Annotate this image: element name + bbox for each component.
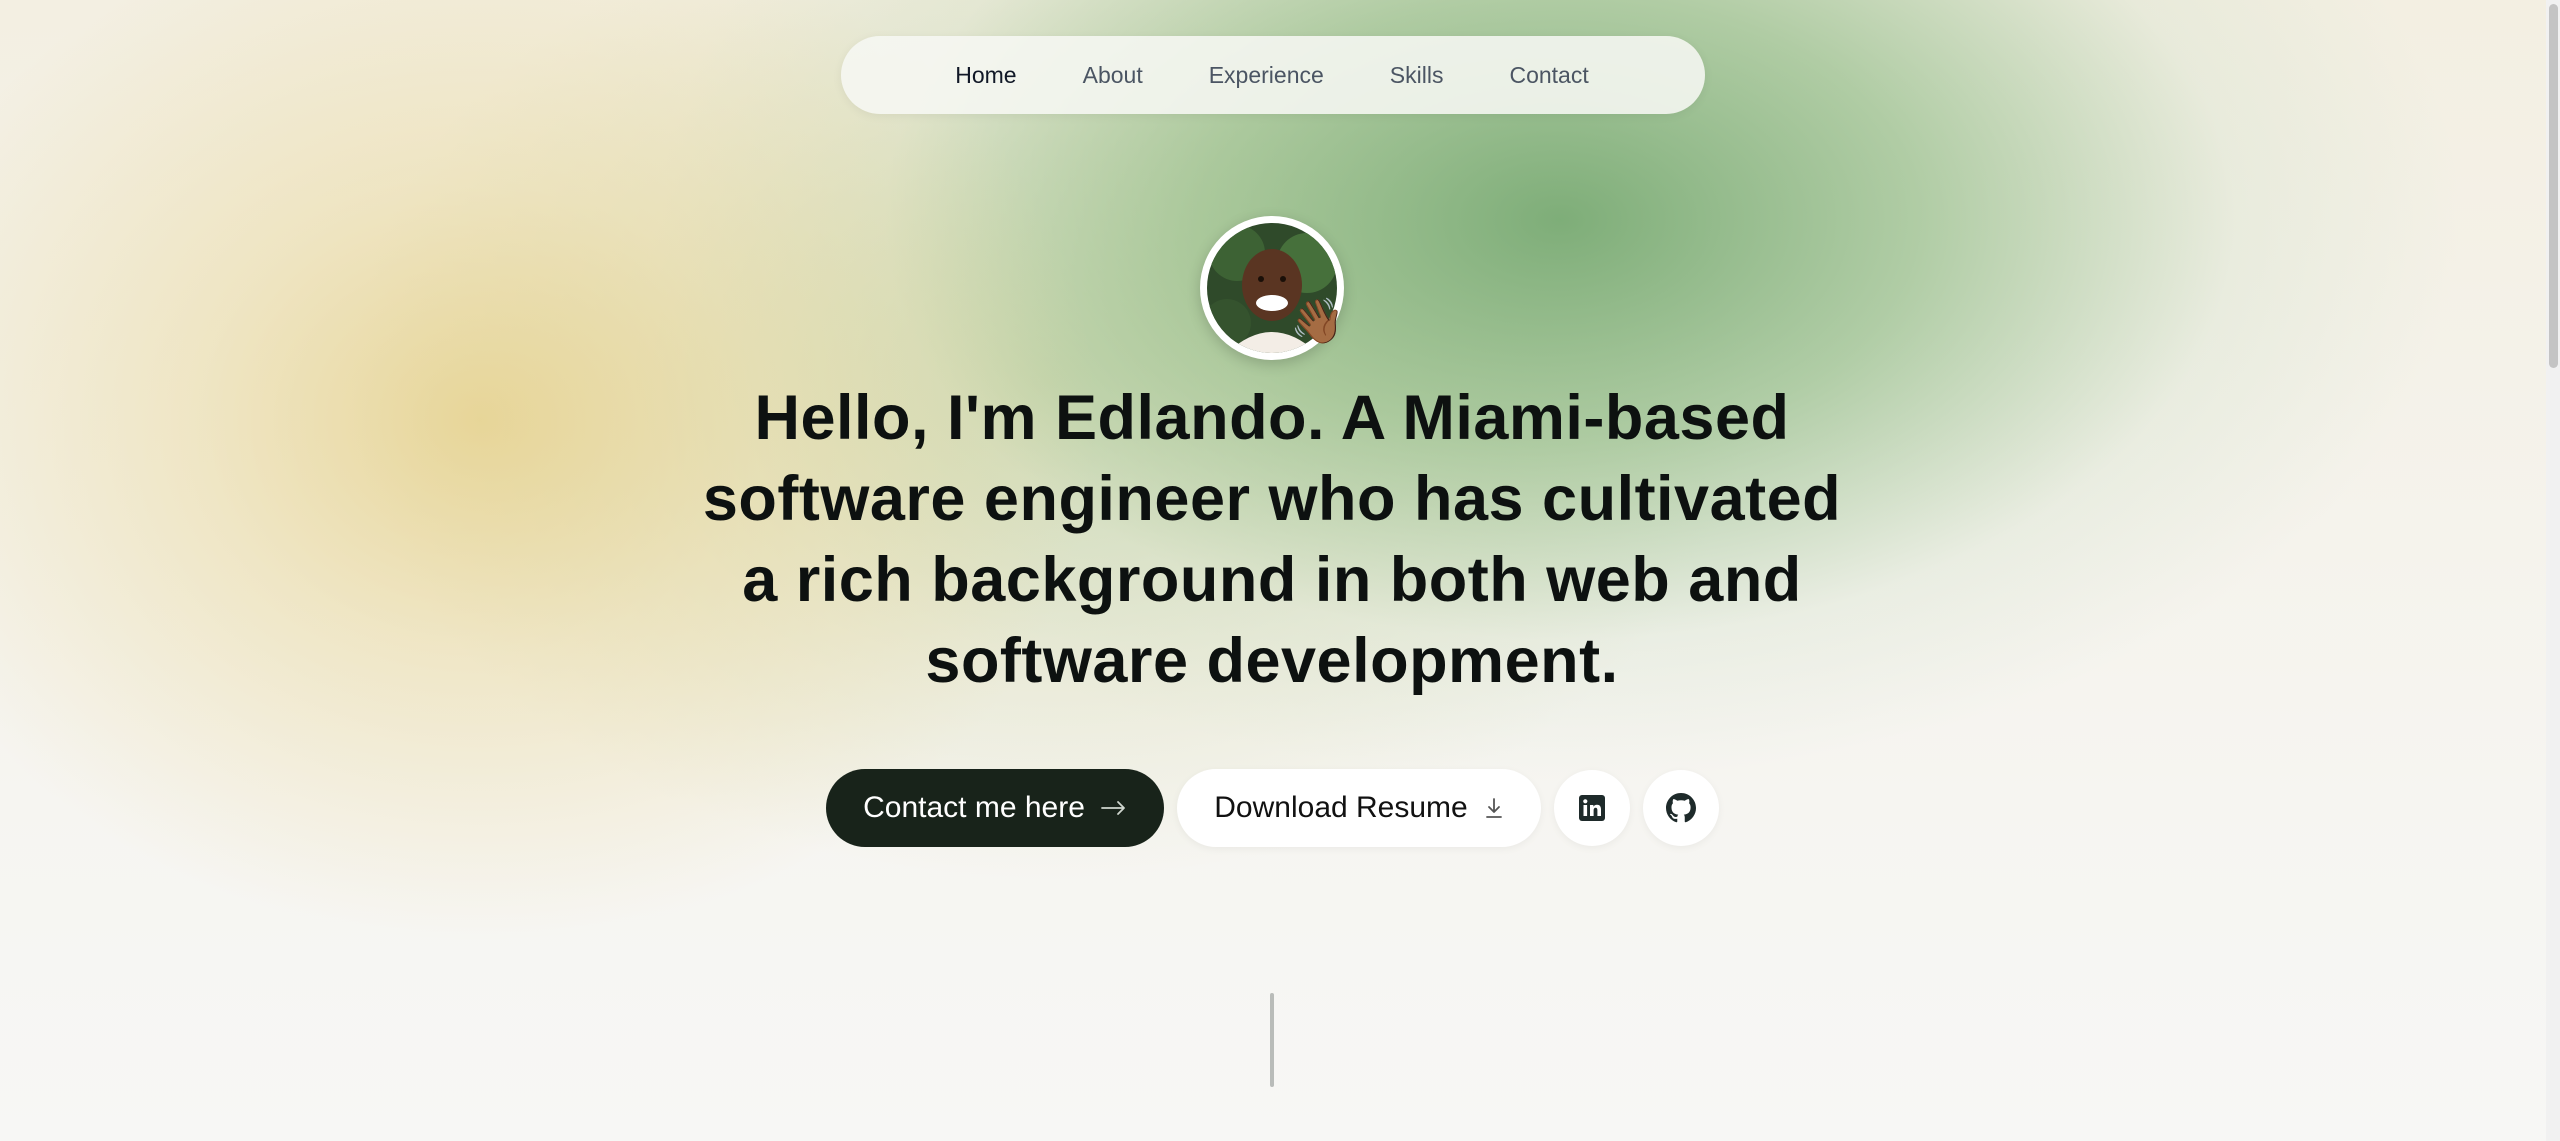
top-navigation: Home About Experience Skills Contact [841, 36, 1705, 114]
headline-software-dev: software development [925, 626, 1601, 696]
headline-period: . [1600, 626, 1619, 696]
linkedin-icon [1579, 795, 1605, 821]
github-button[interactable] [1643, 770, 1719, 846]
github-icon [1666, 793, 1696, 823]
download-icon [1485, 798, 1502, 818]
hero-actions: Contact me here Download Resume [826, 769, 1719, 847]
arrow-right-icon [1100, 801, 1125, 815]
contact-button[interactable]: Contact me here [826, 769, 1164, 847]
headline-role: software engineer [702, 464, 1251, 534]
headline-web: web [1546, 545, 1671, 615]
nav-home[interactable]: Home [955, 62, 1016, 89]
nav-skills[interactable]: Skills [1390, 62, 1444, 89]
nav-experience[interactable]: Experience [1209, 62, 1324, 89]
download-resume-label: Download Resume [1214, 791, 1468, 824]
contact-button-label: Contact me here [863, 791, 1085, 824]
download-resume-button[interactable]: Download Resume [1177, 769, 1541, 847]
nav-contact[interactable]: Contact [1509, 62, 1588, 89]
linkedin-button[interactable] [1554, 770, 1630, 846]
headline-text-1: A Miami-based [1325, 383, 1790, 453]
scrollbar-track[interactable] [2546, 0, 2560, 1141]
headline-greeting: Hello, I'm Edlando. [754, 383, 1326, 453]
scrollbar-thumb[interactable] [2549, 4, 2558, 368]
hero-headline: Hello, I'm Edlando. A Miami-based softwa… [690, 378, 1854, 702]
nav-about[interactable]: About [1083, 62, 1143, 89]
wave-emoji: 👋🏾 [1290, 297, 1345, 346]
headline-text-3: and [1670, 545, 1802, 615]
scroll-indicator [1270, 993, 1274, 1087]
